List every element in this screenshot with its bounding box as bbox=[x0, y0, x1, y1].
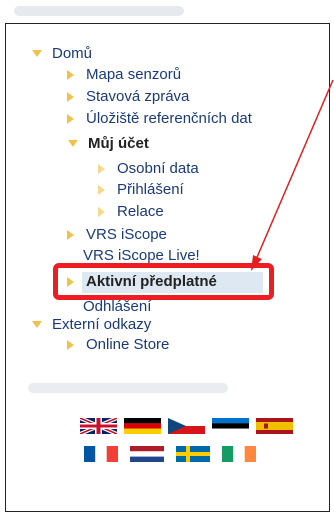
expand-arrow-icon bbox=[32, 321, 42, 328]
red-highlight-box bbox=[53, 263, 274, 300]
czech-flag-icon[interactable] bbox=[168, 418, 205, 434]
menu-item-label: VRS iScope bbox=[86, 226, 167, 243]
dutch-flag-icon[interactable] bbox=[130, 446, 164, 462]
arrow-right-icon bbox=[67, 229, 74, 240]
arrow-right-icon bbox=[67, 91, 74, 102]
arrow-right-icon bbox=[98, 206, 105, 217]
arrow-right-icon bbox=[67, 339, 74, 350]
menu-item-label: Osobní data bbox=[117, 160, 199, 177]
menu-item-sensor-map[interactable]: Mapa senzorů bbox=[67, 66, 181, 83]
menu-home[interactable]: Domů bbox=[32, 45, 92, 62]
menu-item-logout[interactable]: Odhlášení bbox=[83, 298, 151, 315]
menu-item-vrs-iscope[interactable]: VRS iScope bbox=[67, 226, 167, 243]
german-flag-icon[interactable] bbox=[124, 418, 161, 434]
arrow-right-icon bbox=[67, 113, 74, 124]
spanish-flag-icon[interactable] bbox=[256, 418, 293, 434]
menu-item-personal-data[interactable]: Osobní data bbox=[98, 160, 199, 177]
menu-external-links[interactable]: Externí odkazy bbox=[32, 316, 151, 333]
menu-my-account-label: Můj účet bbox=[88, 135, 149, 152]
menu-item-label: Přihlášení bbox=[117, 181, 184, 198]
menu-item-label: Úložiště referenčních dat bbox=[86, 110, 252, 127]
english-flag-icon[interactable] bbox=[80, 418, 117, 434]
estonian-flag-icon[interactable] bbox=[212, 418, 249, 434]
menu-item-online-store[interactable]: Online Store bbox=[67, 336, 169, 353]
menu-home-label: Domů bbox=[52, 45, 93, 62]
expand-arrow-icon bbox=[68, 140, 78, 147]
menu-item-sessions[interactable]: Relace bbox=[98, 203, 164, 220]
blurred-header bbox=[14, 6, 184, 16]
menu-item-label: Stavová zpráva bbox=[86, 88, 190, 105]
menu-item-label: Mapa senzorů bbox=[86, 66, 182, 83]
menu-my-account[interactable]: Můj účet bbox=[68, 135, 149, 152]
swedish-flag-icon[interactable] bbox=[176, 446, 210, 462]
menu-item-label: Relace bbox=[117, 203, 164, 220]
french-flag-icon[interactable] bbox=[84, 446, 118, 462]
menu-item-reference-storage[interactable]: Úložiště referenčních dat bbox=[67, 110, 252, 127]
irish-flag-icon[interactable] bbox=[222, 446, 256, 462]
blurred-text bbox=[28, 383, 228, 393]
menu-item-login[interactable]: Přihlášení bbox=[98, 181, 184, 198]
arrow-right-icon bbox=[98, 184, 105, 195]
menu-item-vrs-iscope-live[interactable]: VRS iScope Live! bbox=[83, 247, 200, 264]
header-strip bbox=[0, 0, 334, 22]
arrow-right-icon bbox=[98, 163, 105, 174]
menu-item-label: Online Store bbox=[86, 336, 170, 353]
expand-arrow-icon bbox=[32, 50, 42, 57]
menu-external-label: Externí odkazy bbox=[52, 316, 152, 333]
menu-item-status-report[interactable]: Stavová zpráva bbox=[67, 88, 189, 105]
arrow-right-icon bbox=[67, 69, 74, 80]
